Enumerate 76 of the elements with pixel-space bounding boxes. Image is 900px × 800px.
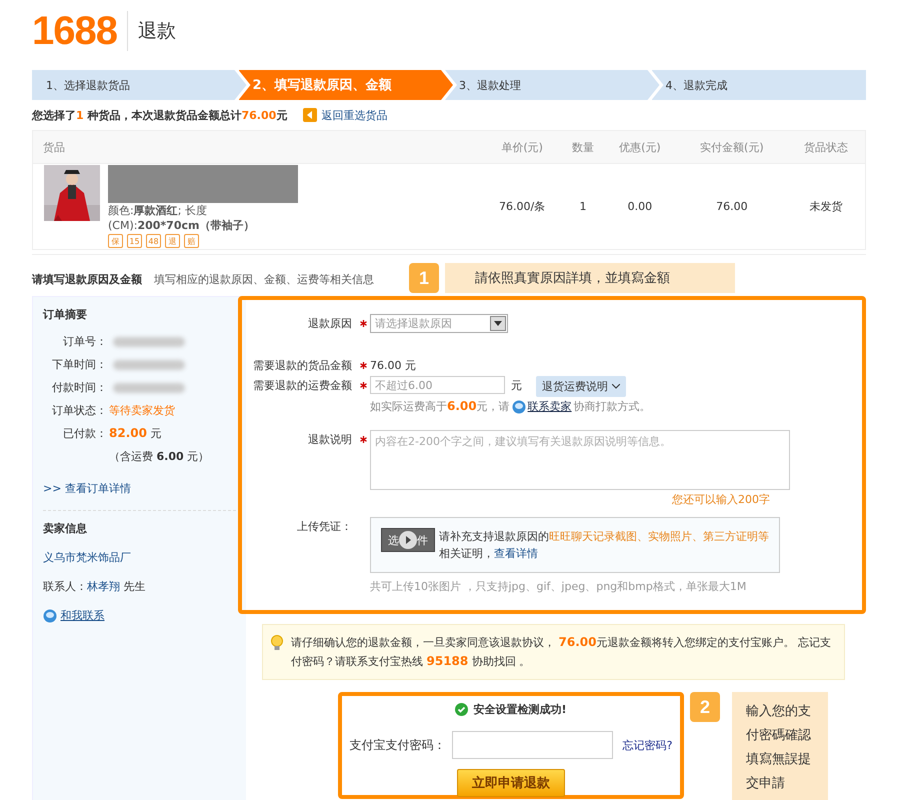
field-label: 下单时间： bbox=[51, 357, 107, 372]
field-label: 订单状态： bbox=[51, 403, 107, 418]
goods-amount: 76.00 元 bbox=[370, 358, 416, 374]
field-label: 支付宝支付密码： bbox=[350, 736, 446, 754]
service-badge: 保 bbox=[108, 234, 123, 248]
details-link[interactable]: 查看详情 bbox=[494, 547, 538, 560]
redacted-value bbox=[113, 360, 185, 370]
redacted-value bbox=[113, 382, 185, 392]
table-cell: 76.00/条 bbox=[482, 164, 563, 250]
order-status: 等待卖家发货 bbox=[109, 403, 175, 418]
check-icon bbox=[455, 703, 468, 716]
sidebar-title: 卖家信息 bbox=[43, 521, 88, 536]
section-subtitle: 填写相应的退款原因、金额、运费等相关信息 bbox=[154, 272, 374, 287]
annotation: 請依照真實原因詳填，並填寫金額 bbox=[445, 263, 735, 293]
section-title: 请填写退款原因及金额 bbox=[32, 272, 142, 287]
submit-button[interactable]: 立即申请退款 bbox=[457, 769, 565, 797]
upload-note: 共可上传10张图片 ，只支持jpg、gif、jpeg、png和bmp格式，单张最大1M bbox=[370, 579, 748, 594]
selection-summary: 您选择了 1 种货品，本次退款货品金额总计76.00元 bbox=[32, 108, 288, 122]
shipping-hint-suffix: 协商打款方式。 bbox=[574, 399, 651, 414]
column-header: 货品 bbox=[32, 130, 482, 164]
step-number: 2 bbox=[690, 692, 720, 722]
contact-name[interactable]: 林孝翔 bbox=[87, 579, 120, 594]
notice-text: 请仔细确认您的退款金额，一旦卖家同意该退款协议， 76.00元退款金额将转入您绑定的支付宝账户。 忘记支付密码？请联系支付宝热线 95188 协助找回 。 bbox=[291, 636, 831, 668]
field-label: 已付款： bbox=[62, 426, 107, 441]
shipping-info-dropdown[interactable]: 退货运费说明 bbox=[536, 376, 626, 397]
shipping-hint: 如实际运费高于6.00元，请 bbox=[370, 399, 510, 414]
description-field[interactable]: 内容在2-200个字之间，建议填写有关退款原因说明等信息。 bbox=[370, 430, 790, 490]
back-link[interactable]: 返回重选货品 bbox=[303, 108, 388, 122]
password-field[interactable] bbox=[452, 731, 613, 759]
field-label: 上传凭证： bbox=[296, 519, 353, 535]
column-header: 数量 bbox=[562, 130, 604, 164]
field-label: 需要退款的货品金额 bbox=[252, 358, 353, 374]
chat-icon bbox=[512, 400, 526, 414]
forgot-password-link[interactable]: 忘记密码? bbox=[622, 738, 672, 752]
field-label: 订单号： bbox=[62, 334, 107, 349]
column-header: 实付金额(元) bbox=[676, 130, 788, 164]
remaining-count: 您还可以输入200字 bbox=[672, 492, 771, 507]
page-title: 退款 bbox=[138, 19, 176, 44]
chat-icon bbox=[43, 608, 57, 622]
shipping-note: （含运费 6.00 元） bbox=[109, 448, 210, 464]
table-cell: 0.00 bbox=[603, 164, 677, 250]
order-details-link[interactable]: >> 查看订单详情 bbox=[43, 481, 131, 496]
table-cell: 76.00 bbox=[676, 164, 788, 250]
column-header: 优惠(元) bbox=[603, 130, 677, 164]
annotation: 輸入您的支付密碼確認填寫無誤提交申請 bbox=[732, 692, 828, 800]
step-number: 1 bbox=[409, 263, 439, 293]
unit-label: 元 bbox=[511, 378, 522, 394]
table-cell: 1 bbox=[562, 164, 604, 250]
sidebar-title: 订单摘要 bbox=[43, 307, 88, 322]
redacted-value bbox=[113, 336, 185, 346]
play-icon bbox=[399, 531, 417, 549]
field-label: 付款时间： bbox=[51, 380, 107, 395]
contact-seller-link[interactable]: 联系卖家 bbox=[528, 399, 572, 414]
column-header: 货品状态 bbox=[787, 130, 866, 164]
caret-icon bbox=[494, 321, 502, 326]
contact-label: 联系人： bbox=[43, 579, 87, 594]
product-spec: 颜色:厚款酒红; 长度 (CM):200*70cm（带袖子） bbox=[108, 203, 256, 233]
paid-amount: 82.00 元 bbox=[109, 426, 162, 441]
service-badge: 48 bbox=[146, 234, 161, 248]
upload-hint: 请补充支持退款原因的旺旺聊天记录截图、实物照片、第三方证明等 相关证明，查看详情 bbox=[439, 529, 769, 562]
contact-title: 先生 bbox=[124, 579, 146, 594]
chat-link[interactable]: 和我联系 bbox=[60, 608, 104, 623]
service-badge: 15 bbox=[127, 234, 142, 248]
service-badge: 退 bbox=[165, 234, 180, 248]
table-cell: 未发货 bbox=[787, 164, 866, 250]
field-label: 需要退款的运费金额 bbox=[252, 378, 353, 394]
chevron-icon bbox=[612, 384, 620, 389]
security-status: 安全设置检测成功! bbox=[473, 702, 567, 717]
service-badge: 赔 bbox=[184, 234, 199, 248]
seller-name[interactable]: 义乌市梵米饰品厂 bbox=[43, 550, 131, 565]
choose-file-button[interactable]: 选 件 bbox=[381, 528, 435, 552]
column-header: 单价(元) bbox=[482, 130, 563, 164]
shipping-amount-field[interactable]: 不超过6.00 bbox=[370, 376, 505, 394]
field-label: 退款原因 bbox=[307, 316, 353, 332]
field-label: 退款说明 bbox=[307, 432, 353, 448]
lightbulb-icon bbox=[271, 635, 283, 651]
